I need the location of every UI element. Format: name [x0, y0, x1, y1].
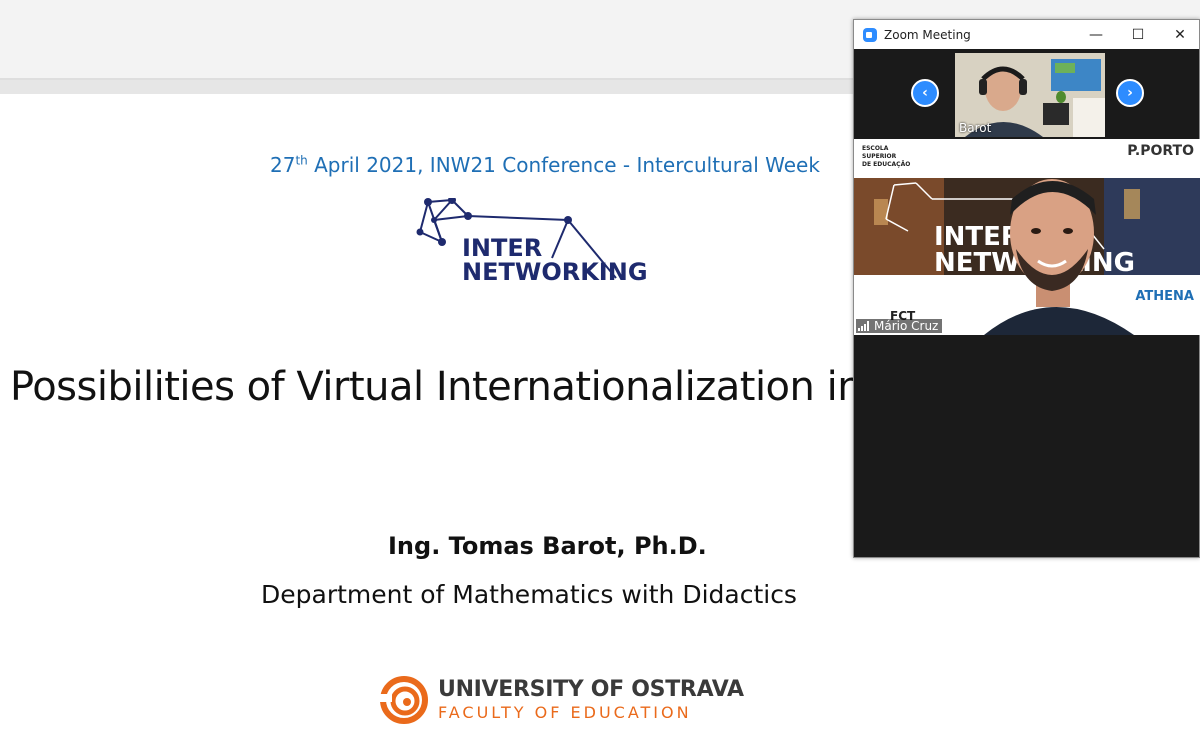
university-name: UNIVERSITY OF OSTRAVA [438, 677, 744, 702]
speaker-name-label: Mário Cruz [856, 319, 943, 333]
faculty-name: FACULTY OF EDUCATION [438, 703, 692, 722]
ostrava-swirl-icon [378, 676, 428, 724]
escola-label: ESCOLA SUPERIOR DE EDUCAÇÃO [862, 145, 911, 168]
department-name: Department of Mathematics with Didactics [261, 580, 797, 609]
author-name: Ing. Tomas Barot, Ph.D. [388, 532, 707, 560]
university-logo: UNIVERSITY OF OSTRAVA FACULTY OF EDUCATI… [378, 676, 744, 724]
connection-signal-icon [858, 321, 869, 331]
conference-details: April 2021, INW21 Conference - Intercult… [307, 153, 820, 177]
slide-title: Possibilities of Virtual Internationaliz… [10, 364, 863, 410]
conference-line: 27th April 2021, INW21 Conference - Inte… [270, 153, 850, 177]
thumbnail-strip: ‹ Barot › [854, 49, 1199, 139]
minimize-button[interactable]: — [1075, 20, 1117, 49]
zoom-empty-area [854, 335, 1199, 557]
thumbnail-name-label: Barot [959, 121, 992, 135]
conference-day-suffix: th [295, 153, 308, 168]
zoom-window-title: Zoom Meeting [884, 27, 971, 42]
zoom-app-icon [863, 27, 877, 42]
speaker-name: Mário Cruz [874, 319, 939, 333]
athena-logo: ATHENA [1135, 289, 1194, 304]
speaker-figure [984, 179, 1134, 335]
previous-participant-button[interactable]: ‹ [911, 79, 939, 107]
next-participant-button[interactable]: › [1116, 79, 1144, 107]
porto-logo: P.PORTO [1127, 143, 1194, 159]
maximize-button[interactable]: ☐ [1117, 20, 1159, 49]
participant-thumbnail[interactable]: Barot [955, 53, 1105, 137]
internetworking-logo: INTER NETWORKING [416, 198, 648, 286]
zoom-titlebar[interactable]: Zoom Meeting — ☐ ✕ [854, 20, 1199, 49]
zoom-meeting-window[interactable]: Zoom Meeting — ☐ ✕ ‹ Barot › INTER ESCOL… [853, 19, 1200, 558]
active-speaker-video[interactable]: INTER NETWORKING ESCOLA SUPERIOR DE EDUC… [854, 139, 1200, 335]
logo-line-networking: NETWORKING [462, 258, 648, 286]
conference-day: 27 [270, 153, 296, 177]
close-button[interactable]: ✕ [1159, 20, 1200, 49]
